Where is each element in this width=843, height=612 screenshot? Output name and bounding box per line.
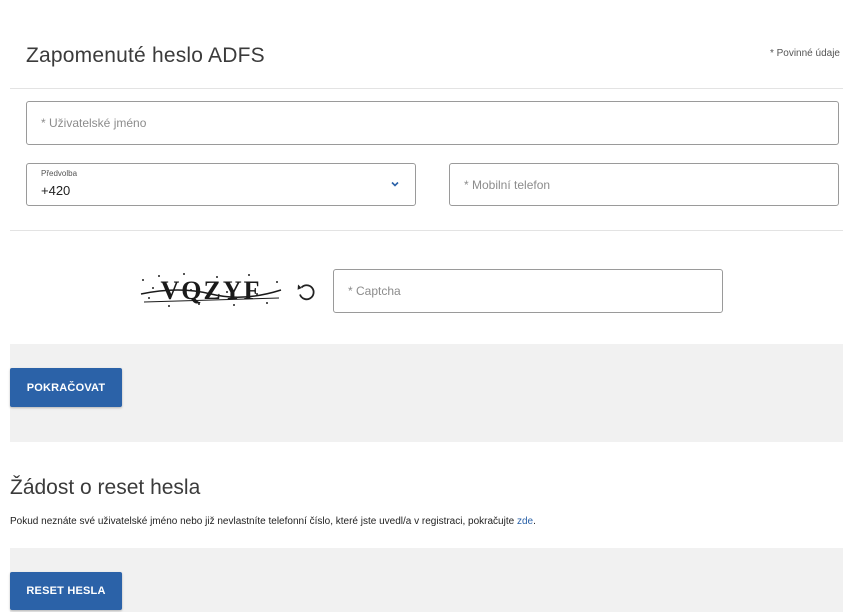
username-input[interactable]: * Uživatelské jméno [26,101,839,145]
reset-band [10,548,843,612]
mobile-phone-input[interactable]: * Mobilní telefon [449,163,839,206]
captcha-image: VQZYF [139,268,283,312]
reset-section-text: Pokud neznáte své uživatelské jméno nebo… [10,516,536,527]
required-fields-note: * Povinné údaje [769,48,840,59]
divider [10,88,843,89]
mobile-phone-placeholder: * Mobilní telefon [464,177,551,192]
captcha-placeholder: * Captcha [348,284,401,298]
refresh-captcha-icon[interactable] [294,279,318,303]
captcha-input[interactable]: * Captcha [333,269,723,313]
continue-band [10,344,843,442]
reset-here-link[interactable]: zde [517,516,533,527]
reset-password-button[interactable]: RESET HESLA [10,572,122,610]
prefix-label: Předvolba [41,169,78,178]
page-title: Zapomenuté heslo ADFS [26,44,265,67]
continue-button[interactable]: POKRAČOVAT [10,368,122,407]
reset-section-title: Žádost o reset hesla [10,476,201,499]
divider [10,230,843,231]
prefix-select[interactable]: Předvolba +420 [26,163,416,206]
username-placeholder: * Uživatelské jméno [41,116,147,130]
forgot-password-panel: Zapomenuté heslo ADFS * Povinné údaje * … [10,0,843,344]
reset-text: Pokud neznáte své uživatelské jméno nebo… [10,516,517,527]
reset-text-end: . [533,516,536,527]
prefix-value: +420 [41,183,71,198]
chevron-down-icon [391,181,399,187]
